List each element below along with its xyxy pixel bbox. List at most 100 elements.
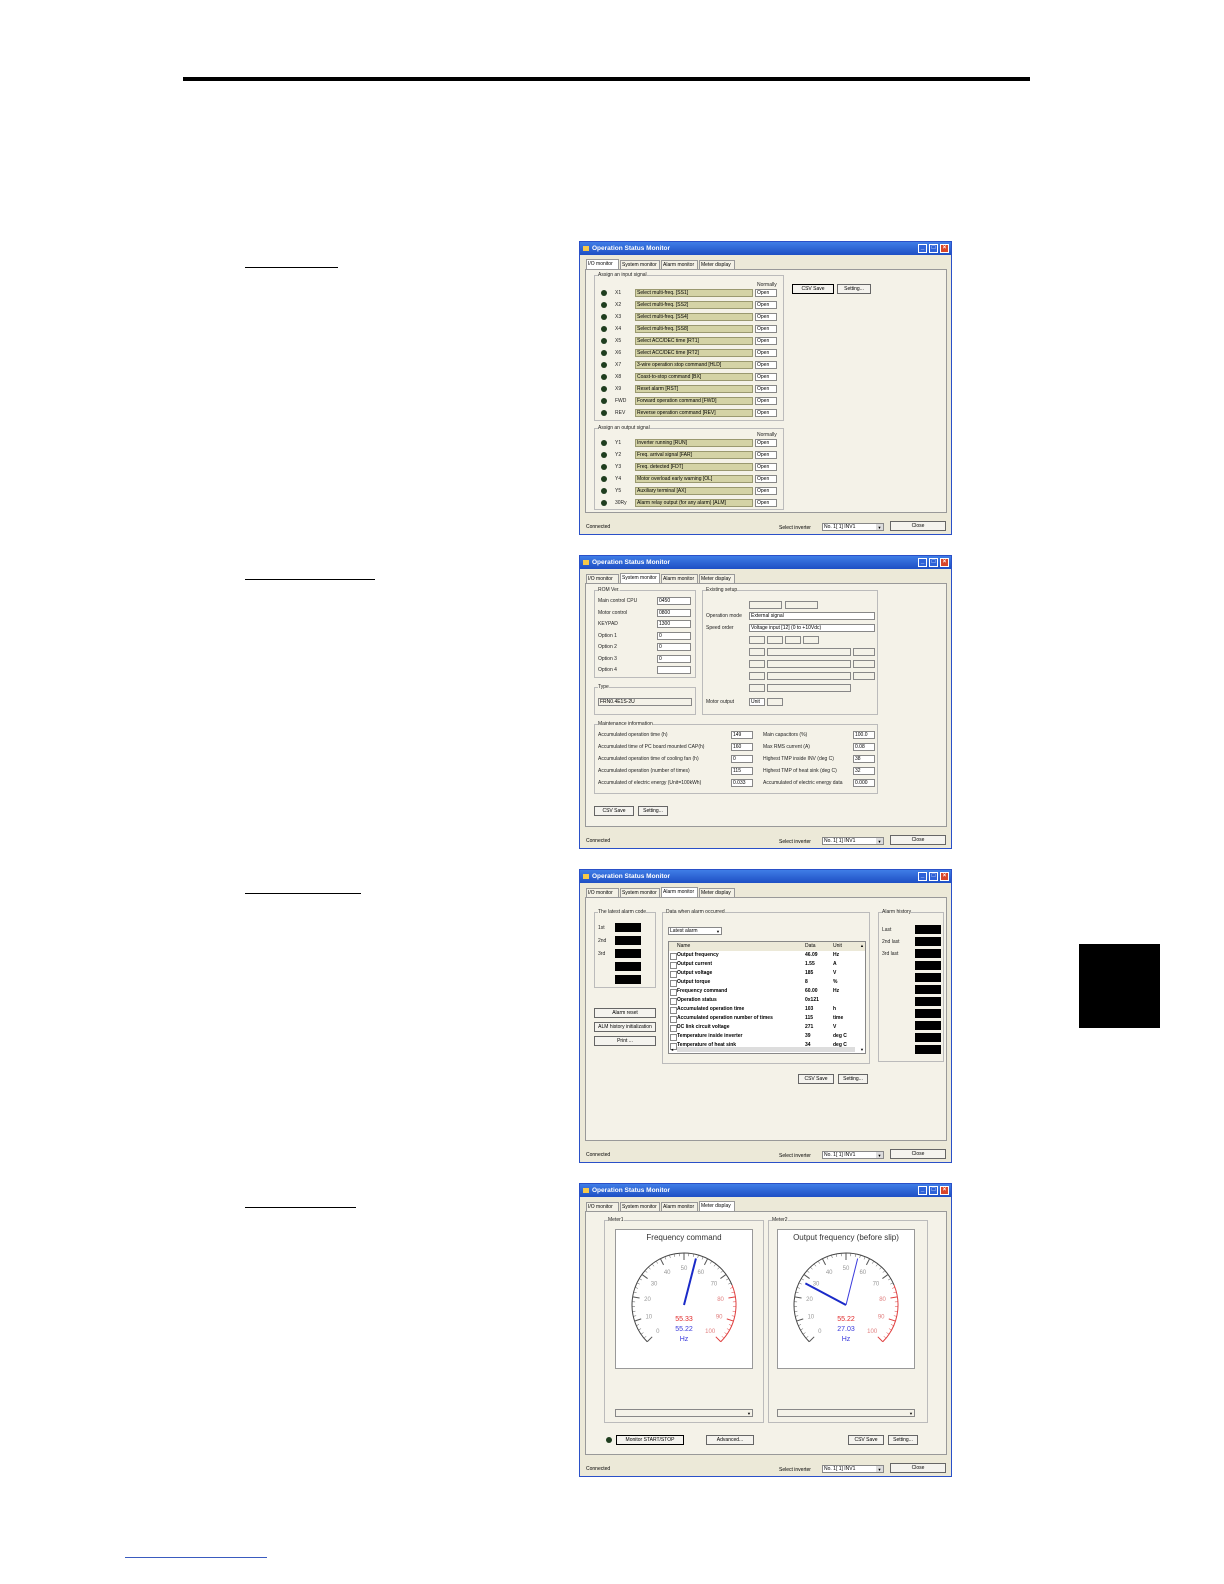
close-button[interactable]: Close [890, 1149, 946, 1159]
output-normally-field[interactable]: Open [755, 451, 777, 459]
input-normally-field[interactable]: Open [755, 385, 777, 393]
output-normally-field[interactable]: Open [755, 499, 777, 507]
advanced-button[interactable]: Advanced... [706, 1435, 754, 1445]
maximize-icon[interactable]: □ [929, 872, 938, 881]
input-normally-field[interactable]: Open [755, 313, 777, 321]
scroll-down-icon[interactable]: ▼ [860, 1047, 864, 1052]
output-normally-field[interactable]: Open [755, 463, 777, 471]
close-button[interactable]: Close [890, 1463, 946, 1473]
input-signal-field[interactable]: Coast-to-stop command [BX] [635, 373, 753, 381]
output-signal-field[interactable]: Inverter running [RUN] [635, 439, 753, 447]
row-checkbox[interactable] [670, 1025, 677, 1032]
chevron-down-icon[interactable]: ▼ [876, 524, 883, 530]
input-signal-field[interactable]: Forward operation command [FWD] [635, 397, 753, 405]
tab-meter-display[interactable]: Meter display [699, 574, 735, 583]
output-signal-field[interactable]: Motor overload early warning [OL] [635, 475, 753, 483]
meter2-select[interactable]: ▼ [777, 1409, 915, 1417]
tab-io-monitor[interactable]: I/O monitor [586, 1202, 619, 1211]
inverter-select[interactable]: No. 1[ 1] INV1 ▼ [822, 1465, 884, 1473]
inverter-select[interactable]: No. 1[ 1] INV1 ▼ [822, 523, 884, 531]
input-normally-field[interactable]: Open [755, 289, 777, 297]
maximize-icon[interactable]: □ [929, 558, 938, 567]
input-signal-field[interactable]: Select multi-freq. [SS4] [635, 313, 753, 321]
input-normally-field[interactable]: Open [755, 397, 777, 405]
tab-alarm-monitor[interactable]: Alarm monitor [661, 574, 698, 583]
meter1-select[interactable]: ▼ [615, 1409, 753, 1417]
output-signal-field[interactable]: Alarm relay output (for any alarm) [ALM] [635, 499, 753, 507]
inverter-select[interactable]: No. 1[ 1] INV1 ▼ [822, 1151, 884, 1159]
chevron-down-icon[interactable]: ▼ [747, 1410, 751, 1416]
input-signal-field[interactable]: Select ACC/DEC time [RT1] [635, 337, 753, 345]
input-normally-field[interactable]: Open [755, 409, 777, 417]
row-checkbox[interactable] [670, 962, 677, 969]
row-checkbox[interactable] [670, 989, 677, 996]
alarm-history-init-button[interactable]: ALM history initialization [594, 1022, 656, 1032]
tab-system-monitor[interactable]: System monitor [620, 260, 660, 269]
input-signal-field[interactable]: Reverse operation command [REV] [635, 409, 753, 417]
tab-meter-display[interactable]: Meter display [699, 888, 735, 897]
row-checkbox[interactable] [670, 1034, 677, 1041]
close-button[interactable]: Close [890, 521, 946, 531]
close-icon[interactable]: × [940, 1186, 949, 1195]
row-checkbox[interactable] [670, 1016, 677, 1023]
input-signal-field[interactable]: Select multi-freq. [SS8] [635, 325, 753, 333]
maximize-icon[interactable]: □ [929, 1186, 938, 1195]
chevron-down-icon[interactable]: ▼ [909, 1410, 913, 1416]
close-icon[interactable]: × [940, 558, 949, 567]
row-checkbox[interactable] [670, 953, 677, 960]
row-checkbox[interactable] [670, 971, 677, 978]
alarm-reset-button[interactable]: Alarm reset [594, 1008, 656, 1018]
output-normally-field[interactable]: Open [755, 487, 777, 495]
chevron-down-icon[interactable]: ▼ [876, 1152, 883, 1158]
csv-save-button[interactable]: CSV Save [848, 1435, 884, 1445]
tab-system-monitor[interactable]: System monitor [620, 1202, 660, 1211]
input-signal-field[interactable]: 3-wire operation stop command [HLD] [635, 361, 753, 369]
print-button[interactable]: Print ... [594, 1036, 656, 1046]
maximize-icon[interactable]: □ [929, 244, 938, 253]
input-normally-field[interactable]: Open [755, 325, 777, 333]
tab-meter-display[interactable]: Meter display [699, 260, 735, 269]
inverter-select[interactable]: No. 1[ 1] INV1 ▼ [822, 837, 884, 845]
tab-meter-display[interactable]: Meter display [699, 1201, 735, 1211]
chevron-down-icon[interactable]: ▼ [876, 838, 883, 844]
csv-save-button[interactable]: CSV Save [798, 1074, 834, 1084]
input-signal-field[interactable]: Reset alarm [RST] [635, 385, 753, 393]
input-normally-field[interactable]: Open [755, 373, 777, 381]
output-signal-field[interactable]: Freq. arrival signal [FAR] [635, 451, 753, 459]
setting-button[interactable]: Setting... [838, 1074, 868, 1084]
tab-io-monitor[interactable]: I/O monitor [586, 259, 619, 269]
tab-system-monitor[interactable]: System monitor [620, 888, 660, 897]
input-normally-field[interactable]: Open [755, 337, 777, 345]
close-icon[interactable]: × [940, 872, 949, 881]
minimize-icon[interactable]: _ [918, 1186, 927, 1195]
input-normally-field[interactable]: Open [755, 361, 777, 369]
scroll-up-icon[interactable]: ▲ [860, 943, 864, 948]
output-normally-field[interactable]: Open [755, 439, 777, 447]
row-checkbox[interactable] [670, 1007, 677, 1014]
column-unit-header[interactable]: Unit [833, 942, 842, 951]
monitor-start-stop-button[interactable]: Monitor START/STOP [616, 1435, 684, 1445]
setting-button[interactable]: Setting... [888, 1435, 918, 1445]
tab-io-monitor[interactable]: I/O monitor [586, 888, 619, 897]
input-signal-field[interactable]: Select multi-freq. [SS1] [635, 289, 753, 297]
tab-alarm-monitor[interactable]: Alarm monitor [661, 260, 698, 269]
chevron-down-icon[interactable]: ▼ [876, 1466, 883, 1472]
horizontal-scrollbar[interactable] [677, 1047, 855, 1052]
scroll-left-icon[interactable]: ◄ [670, 1047, 674, 1052]
setting-button[interactable]: Setting... [837, 284, 871, 294]
tab-alarm-monitor[interactable]: Alarm monitor [661, 1202, 698, 1211]
tab-io-monitor[interactable]: I/O monitor [586, 574, 619, 583]
csv-save-button[interactable]: CSV Save [792, 284, 834, 294]
column-name-header[interactable]: Name [677, 942, 690, 951]
input-signal-field[interactable]: Select ACC/DEC time [RT2] [635, 349, 753, 357]
column-data-header[interactable]: Data [805, 942, 816, 951]
tab-alarm-monitor[interactable]: Alarm monitor [661, 887, 698, 897]
alarm-select[interactable]: Latest alarm ▼ [668, 927, 722, 935]
output-signal-field[interactable]: Auxiliary terminal [AX] [635, 487, 753, 495]
close-button[interactable]: Close [890, 835, 946, 845]
input-signal-field[interactable]: Select multi-freq. [SS2] [635, 301, 753, 309]
minimize-icon[interactable]: _ [918, 558, 927, 567]
csv-save-button[interactable]: CSV Save [594, 806, 634, 816]
row-checkbox[interactable] [670, 998, 677, 1005]
minimize-icon[interactable]: _ [918, 872, 927, 881]
